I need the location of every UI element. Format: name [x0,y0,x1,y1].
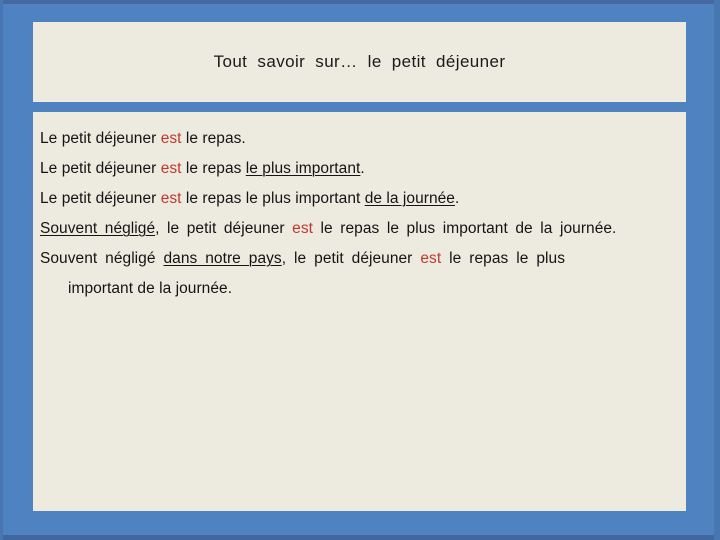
plain-text: . [454,190,460,207]
emphasis-red-text: est [160,130,182,147]
plain-text: important de la journée. [68,280,233,297]
content-panel: Le petit déjeuner est le repas. Le petit … [33,112,686,511]
slide-canvas: Tout savoir sur… le petit déjeuner Le pe… [0,0,720,540]
emphasis-red-text: est [292,220,313,237]
emphasis-red-text: est [160,160,182,177]
frame-edge-right [714,0,720,540]
underlined-phrase: Souvent négligé [40,220,156,237]
body-text-block: Le petit déjeuner est le repas. Le petit … [40,124,678,304]
emphasis-red-text: est [420,250,442,267]
plain-text: . [360,160,365,177]
frame-edge-top [0,0,720,4]
underlined-phrase: le plus important [245,160,361,177]
line-6: important de la journée. [40,274,678,304]
frame-edge-bottom [0,535,720,540]
line-1: Le petit déjeuner est le repas. [40,124,678,154]
line-2: Le petit déjeuner est le repas le plus i… [40,154,678,184]
underlined-phrase: de la journée [364,190,455,207]
line-4: Souvent négligé, le petit déjeuner est l… [40,214,678,244]
line-3: Le petit déjeuner est le repas le plus i… [40,184,678,214]
plain-text: , le petit déjeuner [155,220,293,237]
frame-edge-left [0,0,3,540]
title-panel: Tout savoir sur… le petit déjeuner [33,22,686,102]
plain-text: le repas le plus [441,250,565,267]
plain-text: Le petit déjeuner [40,190,161,207]
plain-text: le repas le plus important [181,190,365,207]
plain-text: , le petit déjeuner [281,250,421,267]
plain-text: le repas [181,160,246,177]
emphasis-red-text: est [160,190,182,207]
plain-text: le repas le plus important de la journée… [312,220,617,237]
plain-text: Le petit déjeuner [40,160,161,177]
plain-text: Souvent négligé [40,250,164,267]
plain-text: Le petit déjeuner [40,130,161,147]
underlined-phrase: dans notre pays [163,250,282,267]
slide-title: Tout savoir sur… le petit déjeuner [213,51,506,71]
plain-text: le repas. [181,130,246,147]
line-5: Souvent négligé dans notre pays, le peti… [40,244,678,274]
